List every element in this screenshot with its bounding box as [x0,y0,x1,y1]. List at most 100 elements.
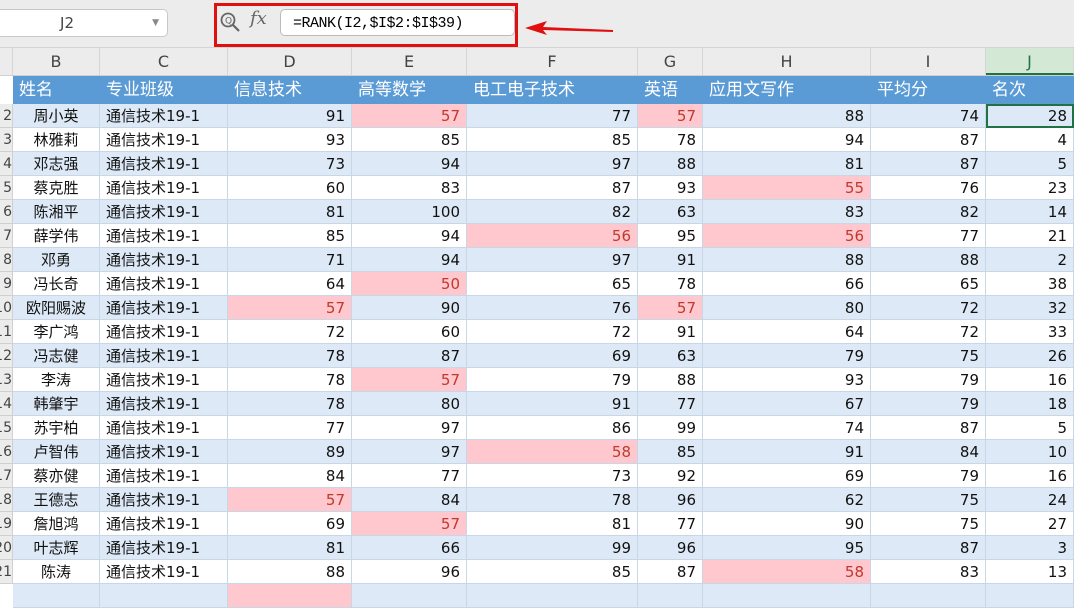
row-number[interactable]: 10 [0,296,13,320]
cell-D14[interactable]: 78 [228,392,352,416]
cell-F2[interactable]: 77 [467,104,638,128]
cell-H14[interactable]: 67 [703,392,871,416]
cell[interactable] [352,584,467,608]
row-number[interactable]: 4 [0,152,13,176]
cell-I9[interactable]: 65 [871,272,986,296]
row-number[interactable]: 15 [0,416,13,440]
cell-D13[interactable]: 78 [228,368,352,392]
cell-F5[interactable]: 87 [467,176,638,200]
cell-H19[interactable]: 90 [703,512,871,536]
cell-B19[interactable]: 詹旭鸿 [13,512,100,536]
cell-D5[interactable]: 60 [228,176,352,200]
cell-F15[interactable]: 86 [467,416,638,440]
cell-J11[interactable]: 33 [986,320,1074,344]
cell-I18[interactable]: 75 [871,488,986,512]
cell-D6[interactable]: 81 [228,200,352,224]
cell-C13[interactable]: 通信技术19-1 [100,368,228,392]
cell-C8[interactable]: 通信技术19-1 [100,248,228,272]
cell-I16[interactable]: 84 [871,440,986,464]
cell-G14[interactable]: 77 [638,392,703,416]
cell-F17[interactable]: 73 [467,464,638,488]
cell-J2[interactable]: 28 [986,104,1074,128]
cell-I4[interactable]: 87 [871,152,986,176]
cell-E4[interactable]: 94 [352,152,467,176]
cell-B14[interactable]: 韩肇宇 [13,392,100,416]
cell-D20[interactable]: 81 [228,536,352,560]
cell-J6[interactable]: 14 [986,200,1074,224]
cell-G18[interactable]: 96 [638,488,703,512]
cell-B11[interactable]: 李广鸿 [13,320,100,344]
cell[interactable] [100,584,228,608]
cell-B16[interactable]: 卢智伟 [13,440,100,464]
cell-C15[interactable]: 通信技术19-1 [100,416,228,440]
cell-I19[interactable]: 75 [871,512,986,536]
cell-B10[interactable]: 欧阳赐波 [13,296,100,320]
cell-H5[interactable]: 55 [703,176,871,200]
cell-F18[interactable]: 78 [467,488,638,512]
cell-C9[interactable]: 通信技术19-1 [100,272,228,296]
cell-J10[interactable]: 32 [986,296,1074,320]
cell-I3[interactable]: 87 [871,128,986,152]
column-header-D[interactable]: D [228,48,352,75]
row-number[interactable]: 12 [0,344,13,368]
cell-H17[interactable]: 69 [703,464,871,488]
cell-H21[interactable]: 58 [703,560,871,584]
cell-H15[interactable]: 74 [703,416,871,440]
cell-E14[interactable]: 80 [352,392,467,416]
cell-E19[interactable]: 57 [352,512,467,536]
cell-E2[interactable]: 57 [352,104,467,128]
cell-G10[interactable]: 57 [638,296,703,320]
row-number[interactable]: 6 [0,200,13,224]
row-number[interactable]: 11 [0,320,13,344]
select-all-corner[interactable] [0,48,13,75]
cell-E11[interactable]: 60 [352,320,467,344]
row-number[interactable]: 2 [0,104,13,128]
row-number[interactable]: 18 [0,488,13,512]
column-header-B[interactable]: B [13,48,100,75]
cell-E16[interactable]: 97 [352,440,467,464]
cell-C2[interactable]: 通信技术19-1 [100,104,228,128]
cell-I11[interactable]: 72 [871,320,986,344]
cell-I14[interactable]: 79 [871,392,986,416]
cell-D4[interactable]: 73 [228,152,352,176]
cell-G6[interactable]: 63 [638,200,703,224]
row-number[interactable]: 16 [0,440,13,464]
cell-C12[interactable]: 通信技术19-1 [100,344,228,368]
cell-J16[interactable]: 10 [986,440,1074,464]
cell-I10[interactable]: 72 [871,296,986,320]
cell-D21[interactable]: 88 [228,560,352,584]
cell-F21[interactable]: 85 [467,560,638,584]
header-cell[interactable]: 高等数学 [352,76,467,104]
row-number[interactable]: 21 [0,560,13,584]
cell-C5[interactable]: 通信技术19-1 [100,176,228,200]
cell-H8[interactable]: 88 [703,248,871,272]
cell-C17[interactable]: 通信技术19-1 [100,464,228,488]
cell-H20[interactable]: 95 [703,536,871,560]
cell-E18[interactable]: 84 [352,488,467,512]
row-number[interactable]: 5 [0,176,13,200]
cell-D17[interactable]: 84 [228,464,352,488]
cell-F14[interactable]: 91 [467,392,638,416]
row-number[interactable]: 7 [0,224,13,248]
cell-D16[interactable]: 89 [228,440,352,464]
row-number[interactable]: 20 [0,536,13,560]
cell-D9[interactable]: 64 [228,272,352,296]
cell-J5[interactable]: 23 [986,176,1074,200]
cell-D8[interactable]: 71 [228,248,352,272]
column-header-C[interactable]: C [100,48,228,75]
cell-B20[interactable]: 叶志辉 [13,536,100,560]
cell-F10[interactable]: 76 [467,296,638,320]
row-number[interactable]: 13 [0,368,13,392]
cell-C19[interactable]: 通信技术19-1 [100,512,228,536]
cell-I13[interactable]: 79 [871,368,986,392]
cell-H2[interactable]: 88 [703,104,871,128]
cell-J7[interactable]: 21 [986,224,1074,248]
cell-J17[interactable]: 16 [986,464,1074,488]
column-header-H[interactable]: H [703,48,871,75]
row-number[interactable]: 3 [0,128,13,152]
cell-E9[interactable]: 50 [352,272,467,296]
cell-G3[interactable]: 78 [638,128,703,152]
cell-H9[interactable]: 66 [703,272,871,296]
cell-H3[interactable]: 94 [703,128,871,152]
cell-B17[interactable]: 蔡亦健 [13,464,100,488]
